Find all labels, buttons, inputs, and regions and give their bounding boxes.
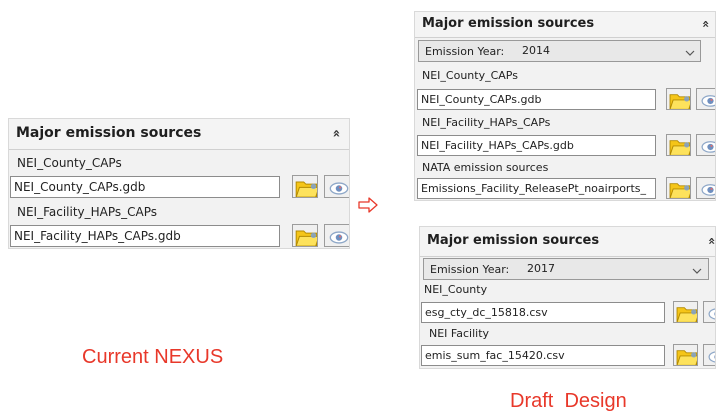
eye-icon [697,135,716,156]
source-label: NEI_County [424,283,488,296]
source-label: NEI_Facility_HAPs_CAPs [422,116,551,129]
view-button[interactable] [696,177,716,199]
eye-icon [325,176,350,198]
panel-header: Major emission sources « [415,12,715,38]
draft-design-caption: Draft Design [510,390,627,412]
browse-button[interactable] [292,175,318,198]
emission-year-label: Emission Year: [425,45,505,58]
source-file-value: esg_cty_dc_15818.csv [425,306,548,319]
source-file-field[interactable]: Emissions_Facility_ReleasePt_noairports_ [417,178,656,199]
source-file-value: Emissions_Facility_ReleasePt_noairports_ [421,182,646,195]
current-panel: Major emission sources « NEI_County_CAPs… [8,118,350,249]
current-nexus-caption: Current NEXUS [82,346,224,368]
source-file-field[interactable]: NEI_County_CAPs.gdb [417,89,656,110]
right-arrow-icon [358,197,378,213]
panel-header: Major emission sources « [420,227,715,257]
browse-button[interactable] [673,301,698,323]
draft-panel-2017: Major emission sources « Emission Year: … [419,226,716,369]
view-button[interactable] [696,134,716,156]
eye-icon [697,89,716,110]
source-label: NEI_Facility_HAPs_CAPs [17,205,158,219]
source-file-value: NEI_County_CAPs.gdb [14,180,146,194]
folder-open-icon [667,178,691,199]
view-button[interactable] [324,175,350,198]
folder-open-icon [667,135,691,156]
eye-icon [704,345,716,366]
browse-button[interactable] [666,134,691,156]
double-chevron-up-icon[interactable]: « [705,237,715,245]
eye-icon [704,302,716,323]
panel-title: Major emission sources [16,125,202,141]
eye-icon [325,225,350,247]
view-button[interactable] [703,301,716,323]
emission-year-value: 2017 [527,262,555,275]
draft-panel-2014: Major emission sources « Emission Year: … [414,11,716,201]
folder-open-icon [667,89,691,110]
folder-open-icon [674,302,698,323]
view-button[interactable] [703,344,716,366]
emission-year-select[interactable]: Emission Year: 2014 [418,40,701,62]
panel-title: Major emission sources [422,16,595,31]
folder-open-icon [293,176,318,198]
source-file-field[interactable]: NEI_County_CAPs.gdb [10,176,280,198]
browse-button[interactable] [666,177,691,199]
source-file-value: NEI_Facility_HAPs_CAPs.gdb [421,139,574,152]
view-button[interactable] [696,88,716,110]
chevron-down-icon [685,50,695,56]
double-chevron-up-icon[interactable]: « [699,20,713,28]
emission-year-value: 2014 [522,44,550,57]
chevron-down-icon [692,268,702,274]
source-label: NEI Facility [429,327,490,340]
eye-icon [697,178,716,199]
folder-open-icon [293,225,318,247]
browse-button[interactable] [666,88,691,110]
source-file-field[interactable]: NEI_Facility_HAPs_CAPs.gdb [10,225,280,247]
source-label: NEI_County_CAPs [422,69,518,82]
source-label: NATA emission sources [422,161,549,174]
source-file-field[interactable]: NEI_Facility_HAPs_CAPs.gdb [417,135,656,156]
browse-button[interactable] [673,344,698,366]
source-label: NEI_County_CAPs [17,156,122,170]
source-file-value: NEI_Facility_HAPs_CAPs.gdb [14,229,181,243]
source-file-value: emis_sum_fac_15420.csv [425,349,565,362]
emission-year-label: Emission Year: [430,263,510,276]
browse-button[interactable] [292,224,318,247]
source-file-field[interactable]: emis_sum_fac_15420.csv [421,345,665,366]
source-file-field[interactable]: esg_cty_dc_15818.csv [421,302,665,323]
emission-year-select[interactable]: Emission Year: 2017 [423,258,709,280]
source-file-value: NEI_County_CAPs.gdb [421,93,542,106]
view-button[interactable] [324,224,350,247]
double-chevron-up-icon[interactable]: « [329,129,344,137]
folder-open-icon [674,345,698,366]
panel-title: Major emission sources [427,233,600,248]
panel-header: Major emission sources « [9,119,349,150]
